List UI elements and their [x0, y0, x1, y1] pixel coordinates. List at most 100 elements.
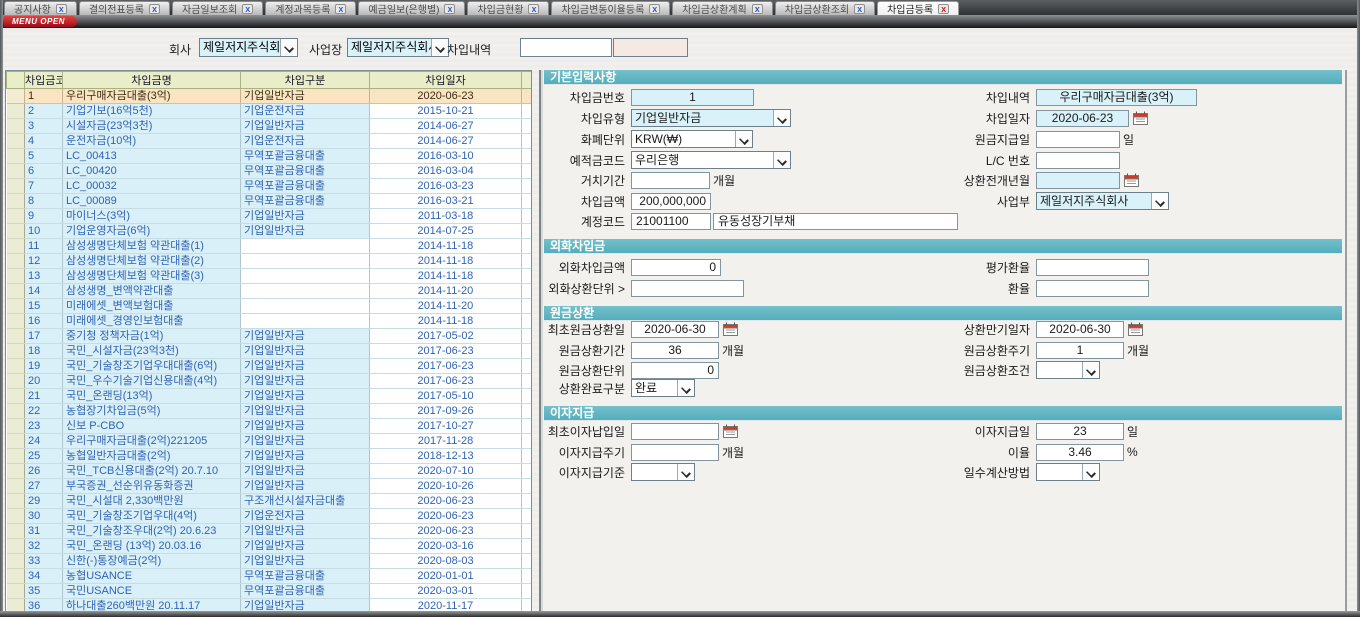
row-selector-cell[interactable]	[7, 539, 25, 554]
cell-loan-date[interactable]: 2017-10-27	[370, 419, 522, 434]
loan-date-input[interactable]: 2020-06-23	[1036, 110, 1129, 127]
cell-loan-type[interactable]	[241, 239, 370, 254]
cell-loan-name[interactable]: 삼성생명_변액약관대출	[63, 284, 241, 299]
column-header-date[interactable]: 차입일자	[370, 72, 522, 89]
cell-loan-name[interactable]: 신한(-)통장예금(2억)	[63, 554, 241, 569]
loan-desc-input[interactable]: 우리구매자금대출(3억)	[1036, 89, 1197, 106]
table-row[interactable]: 12 삼성생명단체보험 약관대출(2) 2014-11-18	[7, 254, 533, 269]
calendar-icon[interactable]	[723, 322, 738, 336]
table-row[interactable]: 8 LC_00089 무역포괄금융대출 2016-03-21	[7, 194, 533, 209]
cell-loan-date[interactable]: 2014-06-27	[370, 134, 522, 149]
cell-loan-code[interactable]: 31	[25, 524, 63, 539]
cell-loan-name[interactable]: LC_00032	[63, 179, 241, 194]
cell-loan-code[interactable]: 11	[25, 239, 63, 254]
column-header-type[interactable]: 차입구분	[241, 72, 370, 89]
cell-loan-code[interactable]: 22	[25, 404, 63, 419]
table-row[interactable]: 24 우리구매자금대출(2억)221205 기업일반자금 2017-11-28	[7, 434, 533, 449]
row-selector-cell[interactable]	[7, 284, 25, 299]
loan-desc-filter-input[interactable]	[520, 38, 612, 57]
cell-loan-code[interactable]: 7	[25, 179, 63, 194]
cell-loan-date[interactable]: 2016-03-23	[370, 179, 522, 194]
column-header-name[interactable]: 차입금명	[63, 72, 241, 89]
cell-loan-name[interactable]: 신보 P-CBO	[63, 419, 241, 434]
tab-close-icon[interactable]: x	[56, 4, 67, 14]
calendar-icon[interactable]	[1124, 173, 1139, 187]
cell-loan-type[interactable]: 기업운전자금	[241, 509, 370, 524]
first-interest-date-input[interactable]	[631, 423, 719, 440]
repay-complete-select[interactable]: 완료	[631, 379, 695, 397]
cell-loan-name[interactable]: 시설자금(23억3천)	[63, 119, 241, 134]
cell-loan-type[interactable]: 기업운전자금	[241, 134, 370, 149]
cell-loan-name[interactable]: 삼성생명단체보험 약관대출(3)	[63, 269, 241, 284]
chevron-down-icon[interactable]	[773, 110, 790, 126]
cell-loan-name[interactable]: 미래에셋_변액보험대출	[63, 299, 241, 314]
cell-loan-type[interactable]: 기업운전자금	[241, 104, 370, 119]
row-selector-cell[interactable]	[7, 149, 25, 164]
cell-loan-date[interactable]: 2011-03-18	[370, 209, 522, 224]
cell-loan-date[interactable]: 2020-06-23	[370, 494, 522, 509]
cell-loan-code[interactable]: 29	[25, 494, 63, 509]
cell-loan-type[interactable]: 무역포괄금융대출	[241, 179, 370, 194]
row-selector-cell[interactable]	[7, 419, 25, 434]
repay-cycle-input[interactable]: 1	[1036, 342, 1124, 359]
tab-close-icon[interactable]: x	[528, 4, 539, 14]
cell-loan-type[interactable]	[241, 299, 370, 314]
table-row[interactable]: 22 농협장기차입금(5억) 기업일반자금 2017-09-26	[7, 404, 533, 419]
table-row[interactable]: 13 삼성생명단체보험 약관대출(3) 2014-11-18	[7, 269, 533, 284]
cell-loan-type[interactable]: 기업일반자금	[241, 329, 370, 344]
cell-loan-date[interactable]: 2017-06-23	[370, 359, 522, 374]
table-row[interactable]: 26 국민_TCB신용대출(2억) 20.7.10 기업일반자금 2020-07…	[7, 464, 533, 479]
row-selector-cell[interactable]	[7, 464, 25, 479]
cell-loan-code[interactable]: 20	[25, 374, 63, 389]
deposit-code-select[interactable]: 우리은행	[631, 151, 791, 169]
cell-loan-date[interactable]: 2020-03-01	[370, 584, 522, 599]
cell-loan-type[interactable]: 기업일반자금	[241, 209, 370, 224]
cell-loan-type[interactable]: 무역포괄금융대출	[241, 164, 370, 179]
repay-condition-select[interactable]	[1036, 361, 1100, 379]
row-selector-cell[interactable]	[7, 179, 25, 194]
interest-basis-select[interactable]	[631, 463, 695, 481]
chevron-down-icon[interactable]	[677, 464, 694, 480]
cell-loan-date[interactable]: 2016-03-10	[370, 149, 522, 164]
cell-loan-date[interactable]: 2020-01-01	[370, 569, 522, 584]
cell-loan-code[interactable]: 35	[25, 584, 63, 599]
row-selector-cell[interactable]	[7, 104, 25, 119]
loan-no-input[interactable]: 1	[631, 89, 754, 106]
cell-loan-date[interactable]: 2014-11-20	[370, 284, 522, 299]
cell-loan-type[interactable]: 기업일반자금	[241, 479, 370, 494]
cell-loan-code[interactable]: 18	[25, 344, 63, 359]
cell-loan-name[interactable]: 우리구매자금대출(2억)221205	[63, 434, 241, 449]
table-row[interactable]: 30 국민_기술창조기업우대(4억) 기업운전자금 2020-06-23	[7, 509, 533, 524]
day-count-method-select[interactable]	[1036, 463, 1100, 481]
table-row[interactable]: 6 LC_00420 무역포괄금융대출 2016-03-04	[7, 164, 533, 179]
interest-cycle-input[interactable]	[631, 444, 719, 461]
cell-loan-name[interactable]: 하나대출260백만원 20.11.17	[63, 599, 241, 613]
table-row[interactable]: 7 LC_00032 무역포괄금융대출 2016-03-23	[7, 179, 533, 194]
table-row[interactable]: 15 미래에셋_변액보험대출 2014-11-20	[7, 299, 533, 314]
cell-loan-name[interactable]: 국민_시설자금(23억3천)	[63, 344, 241, 359]
grace-period-input[interactable]	[631, 172, 710, 189]
cell-loan-date[interactable]: 2014-06-27	[370, 119, 522, 134]
cell-loan-name[interactable]: 국민_우수기술기업신용대출(4억)	[63, 374, 241, 389]
cell-loan-type[interactable]	[241, 284, 370, 299]
tab[interactable]: 차입금상환조회 x	[775, 1, 875, 15]
cell-loan-type[interactable]: 기업일반자금	[241, 434, 370, 449]
cell-loan-code[interactable]: 4	[25, 134, 63, 149]
cell-loan-date[interactable]: 2016-03-21	[370, 194, 522, 209]
row-selector-cell[interactable]	[7, 329, 25, 344]
first-repay-date-input[interactable]: 2020-06-30	[631, 321, 719, 338]
cell-loan-name[interactable]: 국민USANCE	[63, 584, 241, 599]
cell-loan-code[interactable]: 32	[25, 539, 63, 554]
table-row[interactable]: 14 삼성생명_변액약관대출 2014-11-20	[7, 284, 533, 299]
table-row[interactable]: 35 국민USANCE 무역포괄금융대출 2020-03-01	[7, 584, 533, 599]
chevron-down-icon[interactable]	[280, 39, 297, 56]
cell-loan-type[interactable]: 기업일반자금	[241, 89, 370, 104]
table-row[interactable]: 31 국민_기술창조우대(2억) 20.6.23 기업일반자금 2020-06-…	[7, 524, 533, 539]
row-selector-cell[interactable]	[7, 374, 25, 389]
table-row[interactable]: 3 시설자금(23억3천) 기업일반자금 2014-06-27	[7, 119, 533, 134]
cell-loan-name[interactable]: 농협일반자금대출(2억)	[63, 449, 241, 464]
row-selector-cell[interactable]	[7, 554, 25, 569]
chevron-down-icon[interactable]	[1082, 362, 1099, 378]
currency-select[interactable]: KRW(₩)	[631, 130, 753, 148]
account-code-input[interactable]: 21001100	[631, 213, 711, 230]
